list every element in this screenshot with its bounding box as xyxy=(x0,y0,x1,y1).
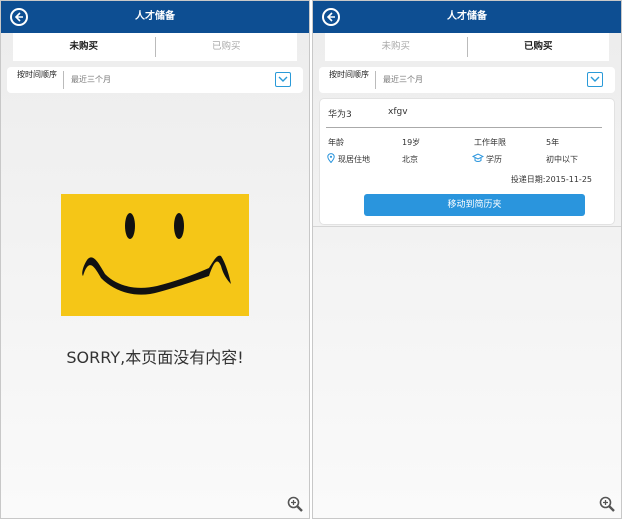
move-to-folder-button[interactable]: 移动到简历夹 xyxy=(364,194,585,216)
back-icon[interactable] xyxy=(10,8,28,26)
filter-divider xyxy=(63,71,64,89)
candidate-name: 华为3 xyxy=(328,110,352,120)
education-label: 学历 xyxy=(486,155,502,164)
filter-divider xyxy=(375,71,376,89)
card-divider xyxy=(326,127,602,128)
candidate-card[interactable]: 华为3 xfgv 年龄 19岁 工作年限 5年 现居住地 北京 学历 初中以下 … xyxy=(319,98,615,225)
header-bar: 人才储备 xyxy=(1,1,309,33)
tab-purchased[interactable]: 已购买 xyxy=(156,33,298,61)
content-divider xyxy=(313,226,621,227)
candidate-code: xfgv xyxy=(388,107,408,117)
empty-message: SORRY,本页面没有内容! xyxy=(66,348,244,367)
graduation-cap-icon xyxy=(471,153,485,165)
tab-purchased[interactable]: 已购买 xyxy=(468,33,610,61)
right-screen: 人才储备 未购买 已购买 按时间顺序 最近三个月 华为3 xfgv 年龄 19岁… xyxy=(312,0,622,519)
time-filter[interactable]: 按时间顺序 最近三个月 xyxy=(319,67,615,93)
header-bar: 人才储备 xyxy=(313,1,621,33)
filter-label: 按时间顺序 xyxy=(329,70,369,79)
filter-label: 按时间顺序 xyxy=(17,70,57,79)
time-filter[interactable]: 按时间顺序 最近三个月 xyxy=(7,67,303,93)
dropdown-icon[interactable] xyxy=(587,72,603,87)
back-icon[interactable] xyxy=(322,8,340,26)
experience-value: 5年 xyxy=(546,138,560,147)
tab-bar: 未购买 已购买 xyxy=(325,33,609,61)
filter-value: 最近三个月 xyxy=(383,75,423,84)
left-screen: 人才储备 未购买 已购买 按时间顺序 最近三个月 SORRY,本页面没有内容! xyxy=(0,0,310,519)
age-label: 年龄 xyxy=(328,138,344,147)
submit-date: 投递日期:2015-11-25 xyxy=(510,175,592,184)
education-value: 初中以下 xyxy=(546,155,578,164)
page-title: 人才储备 xyxy=(135,11,175,22)
tab-bar: 未购买 已购买 xyxy=(13,33,297,61)
residence-label: 现居住地 xyxy=(338,155,370,164)
dropdown-icon[interactable] xyxy=(275,72,291,87)
tab-not-purchased[interactable]: 未购买 xyxy=(325,33,467,61)
location-icon xyxy=(327,153,335,165)
tab-not-purchased[interactable]: 未购买 xyxy=(13,33,155,61)
page-title: 人才储备 xyxy=(447,11,487,22)
zoom-in-icon[interactable] xyxy=(287,496,303,512)
age-value: 19岁 xyxy=(402,138,421,147)
smiley-image xyxy=(61,194,249,316)
experience-label: 工作年限 xyxy=(474,138,506,147)
filter-value: 最近三个月 xyxy=(71,75,111,84)
zoom-in-icon[interactable] xyxy=(599,496,615,512)
residence-value: 北京 xyxy=(402,155,418,164)
